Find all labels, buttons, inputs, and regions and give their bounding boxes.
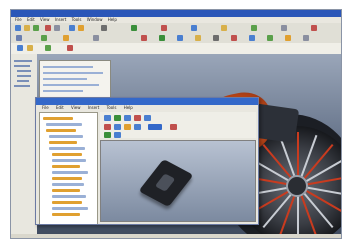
toolbar-icon[interactable] [124,124,131,130]
part-cutout [154,173,176,192]
toolbar-icon[interactable] [134,115,141,121]
toolbar-icon[interactable] [67,45,73,51]
status-bar [11,234,341,238]
toolbar-icon[interactable] [191,25,197,31]
tree-item[interactable] [49,147,85,150]
menu-help[interactable]: Help [108,17,117,22]
tree-item[interactable] [14,60,32,62]
menu-file[interactable]: File [15,17,22,22]
dialog-menu-bar: File Edit View Insert Tools Help [36,105,258,111]
toolbar-icon[interactable] [104,132,111,138]
dialog-feature-tree[interactable] [39,112,98,224]
palette-row[interactable] [43,84,99,86]
dialog-menu-help[interactable]: Help [124,105,133,110]
toolbar-icon[interactable] [45,25,51,31]
feature-manager-pane[interactable] [11,54,38,238]
dialog-menu-insert[interactable]: Insert [88,105,99,110]
title-bar [11,10,341,17]
toolbar-icon[interactable] [213,35,219,41]
tree-item[interactable] [52,171,88,174]
toolbar-icon[interactable] [16,35,22,41]
toolbar-icon[interactable] [114,124,121,130]
palette-row[interactable] [43,78,87,80]
toolbar-icon[interactable] [101,25,107,31]
toolbar-icon[interactable] [177,35,183,41]
toolbar-icon[interactable] [141,35,147,41]
tree-item[interactable] [17,80,29,82]
dialog-title-bar[interactable] [36,98,258,105]
palette-row[interactable] [43,72,103,74]
tree-item[interactable] [49,135,83,138]
toolbar-icon[interactable] [159,35,165,41]
tree-item[interactable] [43,117,73,120]
toolbar-icon[interactable] [311,25,317,31]
toolbar-icon[interactable] [114,115,121,121]
toolbar-icon[interactable] [144,115,151,121]
dialog-menu-view[interactable]: View [71,105,81,110]
tree-item[interactable] [46,129,76,132]
part-model[interactable] [138,159,194,207]
toolbar-icon[interactable] [124,115,131,121]
toolbar-icon[interactable] [170,124,177,130]
toolbar-icon[interactable] [24,25,30,31]
toolbar-icon[interactable] [231,35,237,41]
menu-tools[interactable]: Tools [72,17,82,22]
tree-item[interactable] [17,75,31,77]
toolbar-icon[interactable] [54,25,60,31]
toolbar-icon[interactable] [281,25,287,31]
tree-item[interactable] [52,183,84,186]
menu-insert[interactable]: Insert [55,17,66,22]
tree-item[interactable] [52,153,82,156]
tree-item[interactable] [52,189,80,192]
toolbar-icon[interactable] [131,25,137,31]
toolbar-icon[interactable] [63,35,69,41]
toolbar-icon[interactable] [267,35,273,41]
tree-item[interactable] [52,177,82,180]
toolbar-icon[interactable] [45,45,51,51]
toolbar-icon[interactable] [134,124,141,130]
toolbar-icon[interactable] [221,25,227,31]
tree-item[interactable] [52,195,86,198]
tree-item[interactable] [14,85,30,87]
toolbar-icon[interactable] [148,124,162,130]
menu-window[interactable]: Window [87,17,103,22]
menu-edit[interactable]: Edit [27,17,35,22]
tree-item[interactable] [14,65,30,67]
dialog-menu-file[interactable]: File [42,105,49,110]
tree-item[interactable] [52,213,80,216]
tree-item[interactable] [52,165,80,168]
tree-item[interactable] [17,70,31,72]
toolbar-icon[interactable] [93,35,99,41]
toolbar-icon[interactable] [33,25,39,31]
toolbar-icon[interactable] [27,45,33,51]
palette-row[interactable] [43,66,93,68]
toolbar-icon[interactable] [161,25,167,31]
toolbar-icon[interactable] [114,132,121,138]
toolbar-icon[interactable] [69,25,75,31]
toolbar-icon[interactable] [285,35,291,41]
palette-row[interactable] [43,90,83,92]
dialog-menu-tools[interactable]: Tools [107,105,117,110]
toolbar-icon[interactable] [303,35,309,41]
toolbar-icon[interactable] [78,25,84,31]
dialog-menu-edit[interactable]: Edit [56,105,64,110]
part-editor-dialog[interactable]: File Edit View Insert Tools Help [35,97,259,225]
toolbar-icon[interactable] [195,35,201,41]
toolbar-icon[interactable] [41,35,47,41]
toolbar-icon[interactable] [104,115,111,121]
tree-item[interactable] [46,123,82,126]
toolbar-icon[interactable] [104,124,111,130]
toolbar-icon[interactable] [251,25,257,31]
toolbar-icon[interactable] [249,35,255,41]
toolbar-icon[interactable] [17,45,23,51]
wheel-hub [286,175,308,197]
toolbar-icon[interactable] [15,25,21,31]
dialog-toolbar [100,112,256,138]
menu-view[interactable]: View [40,17,50,22]
tree-item[interactable] [52,159,86,162]
dialog-graphics-view[interactable] [100,140,256,222]
tree-item[interactable] [52,207,88,210]
tree-item[interactable] [49,141,77,144]
tree-item[interactable] [52,201,82,204]
